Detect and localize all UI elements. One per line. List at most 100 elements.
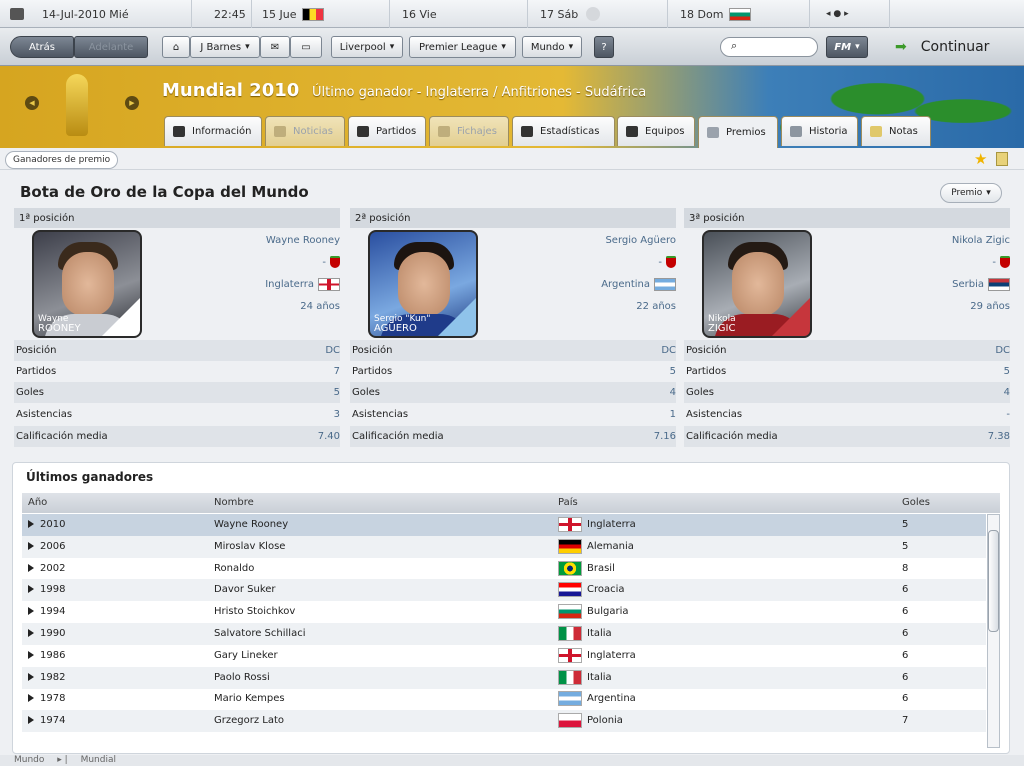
row-name[interactable]: Davor Suker <box>214 584 276 595</box>
row-country[interactable]: Polonia <box>587 715 623 726</box>
calendar-day-16[interactable]: 16 Vie <box>390 0 528 28</box>
row-name[interactable]: Salvatore Schillaci <box>214 628 305 639</box>
tab-estadisticas[interactable]: Estadísticas <box>512 116 615 146</box>
table-row[interactable]: 1994 Hristo Stoichkov Bulgaria 6 <box>22 601 986 623</box>
calendar-date-cell[interactable]: 14-Jul-2010 Mié <box>0 0 192 28</box>
fm-menu[interactable]: FM <box>826 36 868 58</box>
next-competition-button[interactable]: ▶ <box>125 96 139 110</box>
table-row[interactable]: 1974 Grzegorz Lato Polonia 7 <box>22 710 986 733</box>
row-bullet-icon <box>28 520 34 528</box>
player-age: 22 años <box>636 300 676 312</box>
row-country[interactable]: Argentina <box>587 693 636 704</box>
belgium-flag-icon <box>302 7 325 21</box>
player-name-link[interactable]: Nikola Zigic <box>952 230 1010 250</box>
row-goals: 5 <box>902 540 909 552</box>
tab-notas[interactable]: Notas <box>861 116 931 146</box>
tab-fichajes[interactable]: Fichajes <box>429 116 509 146</box>
row-goals: 8 <box>902 562 909 574</box>
tab-noticias[interactable]: Noticias <box>265 116 345 146</box>
next-icon[interactable]: ▸ <box>844 9 849 19</box>
league-menu[interactable]: Premier League <box>409 36 516 58</box>
player-photo[interactable]: Wayne ROONEY <box>32 230 142 338</box>
club-menu[interactable]: Liverpool <box>331 36 403 58</box>
prev-icon[interactable]: ◂ <box>826 9 831 19</box>
row-name[interactable]: Gary Lineker <box>214 650 278 661</box>
row-name[interactable]: Wayne Rooney <box>214 519 288 530</box>
player-nation[interactable]: Argentina <box>601 274 676 294</box>
tab-partidos[interactable]: Partidos <box>348 116 426 146</box>
row-country[interactable]: Inglaterra <box>587 650 636 661</box>
row-name[interactable]: Miroslav Klose <box>214 541 285 552</box>
book-icon <box>790 126 802 137</box>
dot-icon[interactable]: ● <box>833 9 841 19</box>
screen-icon[interactable]: ▭ <box>290 36 322 58</box>
scrollbar-thumb[interactable] <box>988 530 999 632</box>
footer-crumb-world[interactable]: Mundo <box>14 755 44 765</box>
footer-crumb-worldcup[interactable]: Mundial <box>81 755 116 765</box>
table-row[interactable]: 2002 Ronaldo Brasil 8 <box>22 558 986 580</box>
player-photo[interactable]: Sergio "Kun" AGÜERO <box>368 230 478 338</box>
row-country[interactable]: Bulgaria <box>587 606 628 617</box>
row-name[interactable]: Grzegorz Lato <box>214 715 284 726</box>
stat-row-position: Posición DC <box>684 340 1010 361</box>
row-country[interactable]: Italia <box>587 672 612 683</box>
column-country[interactable]: País <box>558 497 578 508</box>
award-menu-button[interactable]: Premio <box>940 183 1002 203</box>
table-row[interactable]: 1982 Paolo Rossi Italia 6 <box>22 666 986 689</box>
star-icon[interactable]: ★ <box>974 150 987 168</box>
row-name[interactable]: Paolo Rossi <box>214 672 270 683</box>
table-row[interactable]: 2010 Wayne Rooney Inglaterra 5 <box>22 514 986 536</box>
row-country[interactable]: Inglaterra <box>587 519 636 530</box>
column-name[interactable]: Nombre <box>214 497 254 508</box>
column-goals[interactable]: Goles <box>902 497 930 508</box>
back-button[interactable]: Atrás <box>10 36 74 58</box>
continue-button[interactable]: ➡ Continuar <box>885 28 1024 66</box>
country-flag-icon <box>558 691 582 707</box>
row-country[interactable]: Brasil <box>587 563 615 574</box>
prev-competition-button[interactable]: ◀ <box>25 96 39 110</box>
table-row[interactable]: 2006 Miroslav Klose Alemania 5 <box>22 535 986 558</box>
notes-icon <box>870 126 882 137</box>
place-2-panel: 2ª posición Sergio "Kun" AGÜERO Sergio Ag… <box>350 208 676 447</box>
row-country[interactable]: Croacia <box>587 584 625 595</box>
row-country[interactable]: Alemania <box>587 541 634 552</box>
tab-equipos[interactable]: Equipos <box>617 116 695 146</box>
player-name-link[interactable]: Sergio Agüero <box>605 230 676 250</box>
serbia-flag-icon <box>772 298 810 336</box>
world-menu[interactable]: Mundo <box>522 36 582 58</box>
player-photo[interactable]: Nikola ZIGIC <box>702 230 812 338</box>
trophy-icon <box>586 7 601 21</box>
table-row[interactable]: 1986 Gary Lineker Inglaterra 6 <box>22 645 986 667</box>
row-bullet-icon <box>28 629 34 637</box>
calendar-day-18[interactable]: 18 Dom <box>668 0 810 28</box>
mail-icon[interactable]: ✉ <box>260 36 290 58</box>
help-button[interactable]: ? <box>594 36 614 58</box>
tab-historia[interactable]: Historia <box>781 116 858 146</box>
calendar-day-15[interactable]: 15 Jue <box>252 0 390 28</box>
add-note-icon[interactable] <box>996 152 1008 166</box>
row-bullet-icon <box>28 563 34 572</box>
player-name-link[interactable]: Wayne Rooney <box>266 230 340 250</box>
table-row[interactable]: 1998 Davor Suker Croacia 6 <box>22 579 986 602</box>
home-icon[interactable]: ⌂ <box>162 36 190 58</box>
award-winners-tab[interactable]: Ganadores de premio <box>5 151 119 169</box>
row-name[interactable]: Mario Kempes <box>214 693 285 704</box>
player-nation[interactable]: Inglaterra <box>265 274 340 294</box>
search-input[interactable]: ⌕ <box>720 37 818 57</box>
tab-informacion[interactable]: Información <box>164 116 262 146</box>
calendar-day-17[interactable]: 17 Sáb <box>528 0 668 28</box>
table-row[interactable]: 1990 Salvatore Schillaci Italia 6 <box>22 623 986 645</box>
table-row[interactable]: 1978 Mario Kempes Argentina 6 <box>22 688 986 710</box>
forward-button[interactable]: Adelante <box>74 36 148 58</box>
calendar-pager[interactable]: ◂ ● ▸ <box>810 0 890 28</box>
england-flag-icon <box>318 277 340 291</box>
row-name[interactable]: Ronaldo <box>214 563 254 574</box>
tab-premios[interactable]: Premios <box>698 116 778 148</box>
player-nation[interactable]: Serbia <box>952 274 1010 294</box>
competition-title: Mundial 2010 <box>162 80 300 101</box>
row-year: 1974 <box>28 715 65 726</box>
manager-menu[interactable]: J Barnes <box>190 36 260 58</box>
row-country[interactable]: Italia <box>587 628 612 639</box>
row-name[interactable]: Hristo Stoichkov <box>214 606 295 617</box>
column-year[interactable]: Año <box>28 497 47 508</box>
